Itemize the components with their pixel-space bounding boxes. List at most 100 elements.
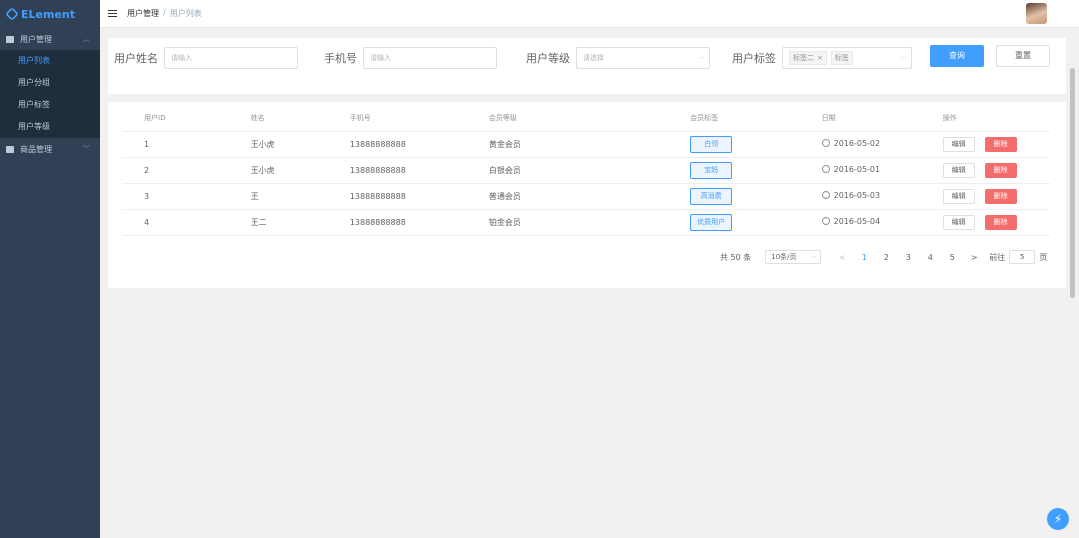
page-size-value: 10条/页 — [771, 253, 797, 261]
sidebar-item-user-level[interactable]: 用户等级 — [0, 116, 100, 138]
next-page-button[interactable]: > — [963, 253, 985, 262]
member-tag: 高消费 — [690, 187, 733, 205]
column-header: 操作 — [898, 106, 1050, 132]
phone-input[interactable]: 请输入 — [363, 47, 497, 69]
lightning-icon[interactable]: ⚡ — [1047, 508, 1069, 530]
folder-icon — [6, 145, 14, 153]
delete-button[interactable]: 删除 — [984, 188, 1017, 204]
logo-text: ELement — [21, 7, 75, 21]
avatar[interactable] — [1026, 3, 1047, 24]
cell-name: 王 — [202, 183, 334, 210]
hamburger-icon[interactable] — [108, 10, 117, 17]
cell-date: 2016-05-04 — [777, 209, 899, 236]
member-tag: 优质用户 — [690, 213, 733, 231]
pagination-total: 共 50 条 — [720, 252, 752, 262]
chevron-down-icon: ⌵ — [901, 54, 906, 61]
column-header: 会员等级 — [454, 106, 607, 132]
table-row: 3 王 13888888888 普通会员 高消费 2016-05-03 编辑 删除 — [122, 183, 1050, 210]
page-number[interactable]: 5 — [941, 253, 963, 262]
delete-button[interactable]: 删除 — [984, 136, 1017, 152]
jump-label: 前往 — [989, 252, 1006, 262]
cell-level: 普通会员 — [454, 183, 607, 210]
vertical-scrollbar[interactable] — [1070, 68, 1075, 298]
sidebar-item-user-group[interactable]: 用户分组 — [0, 72, 100, 94]
sidebar-group-user-management[interactable]: 用户管理 ︿ — [0, 28, 100, 50]
query-button[interactable]: 查询 — [930, 45, 984, 67]
sidebar-group-product-management[interactable]: 商品管理 ﹀ — [0, 138, 100, 160]
column-header: 日期 — [777, 106, 899, 132]
cell-actions: 编辑 删除 — [898, 131, 1050, 158]
edit-button[interactable]: 编辑 — [942, 162, 975, 178]
member-tag: 白领 — [690, 135, 733, 153]
cell-tag: 高消费 — [606, 183, 778, 210]
level-label: 用户等级 — [526, 52, 570, 65]
level-field: 用户等级 请选择 ⌵ — [526, 47, 710, 69]
cell-tag: 优质用户 — [606, 209, 778, 236]
table-row: 1 王小虎 13888888888 黄金会员 白领 2016-05-02 编辑删… — [122, 131, 1050, 158]
date-text: 2016-05-04 — [833, 216, 881, 226]
level-placeholder: 请选择 — [583, 54, 604, 62]
member-tag: 宝妈 — [690, 161, 733, 179]
cell-phone: 13888888888 — [333, 183, 455, 210]
breadcrumb-current: 用户列表 — [169, 9, 202, 18]
cell-level: 铂金会员 — [454, 209, 607, 236]
breadcrumb-item[interactable]: 用户管理 — [127, 8, 159, 19]
cell-actions: 编辑 删除 — [898, 209, 1050, 236]
sidebar-item-user-tag[interactable]: 用户标签 — [0, 94, 100, 116]
date-text: 2016-05-02 — [833, 138, 881, 148]
prev-page-button[interactable]: < — [831, 253, 853, 262]
page-unit-label: 页 — [1039, 252, 1048, 262]
cell-actions: 编辑 删除 — [898, 157, 1050, 184]
selected-tag: 标签 — [830, 51, 853, 65]
table-row: 4 王二 13888888888 铂金会员 优质用户 2016-05-04 编辑… — [122, 209, 1050, 236]
clock-icon — [821, 139, 830, 148]
cell-name: 王小虎 — [202, 157, 334, 184]
clock-icon — [821, 217, 830, 226]
page-number[interactable]: 4 — [919, 253, 941, 262]
cell-actions: 编辑 删除 — [898, 183, 1050, 210]
cell-phone: 13888888888 — [333, 157, 455, 184]
column-header: 手机号 — [333, 106, 455, 132]
folder-icon — [6, 35, 14, 43]
delete-button[interactable]: 删除 — [984, 214, 1017, 230]
username-label: 用户姓名 — [114, 52, 158, 65]
sidebar-group-label: 用户管理 — [20, 34, 52, 44]
reset-button[interactable]: 重置 — [996, 45, 1050, 67]
edit-button[interactable]: 编辑 — [942, 188, 975, 204]
user-table: 用户ID 姓名 手机号 会员等级 会员标签 日期 操作 1 王小虎 138888… — [122, 106, 1050, 236]
page-number[interactable]: 1 — [853, 253, 875, 262]
tag-select[interactable]: 标签二 × 标签 ⌵ — [782, 47, 912, 69]
phone-label: 手机号 — [324, 52, 357, 65]
tag-label: 用户标签 — [732, 52, 776, 65]
page-number[interactable]: 2 — [875, 253, 897, 262]
clock-icon — [821, 165, 830, 174]
edit-button[interactable]: 编辑 — [942, 214, 975, 230]
close-icon[interactable]: × — [817, 54, 823, 62]
chevron-down-icon: ⌵ — [699, 54, 704, 61]
cell-id: 2 — [122, 157, 203, 184]
user-table-panel: 用户ID 姓名 手机号 会员等级 会员标签 日期 操作 1 王小虎 138888… — [108, 102, 1066, 288]
logo-icon — [5, 7, 19, 21]
date-text: 2016-05-01 — [833, 164, 881, 174]
level-select[interactable]: 请选择 ⌵ — [576, 47, 710, 69]
cell-date: 2016-05-01 — [777, 157, 899, 184]
cell-name: 王小虎 — [202, 131, 334, 158]
cell-phone: 13888888888 — [333, 209, 455, 236]
pagination: 共 50 条 10条/页 ⌵ < 1 2 3 4 5 > 前往 5 页 — [720, 250, 1047, 264]
cell-date: 2016-05-02 — [777, 131, 899, 158]
jump-page-input[interactable]: 5 — [1009, 250, 1036, 264]
search-form: 用户姓名 请输入 手机号 请输入 用户等级 请选择 ⌵ 用户标签 标签二 × 标签 … — [108, 38, 1066, 94]
username-input[interactable]: 请输入 — [164, 47, 298, 69]
edit-button[interactable]: 编辑 — [942, 136, 975, 152]
sidebar: ELement 用户管理 ︿ 用户列表 用户分组 用户标签 用户等级 商品管理 … — [0, 0, 100, 538]
cell-level: 白银会员 — [454, 157, 607, 184]
logo[interactable]: ELement — [0, 0, 100, 28]
page-size-select[interactable]: 10条/页 ⌵ — [765, 250, 822, 264]
column-header: 用户ID — [122, 106, 203, 132]
column-header: 会员标签 — [606, 106, 778, 132]
sidebar-item-user-list[interactable]: 用户列表 — [0, 50, 100, 72]
cell-tag: 宝妈 — [606, 157, 778, 184]
delete-button[interactable]: 删除 — [984, 162, 1017, 178]
clock-icon — [821, 191, 830, 200]
page-number[interactable]: 3 — [897, 253, 919, 262]
